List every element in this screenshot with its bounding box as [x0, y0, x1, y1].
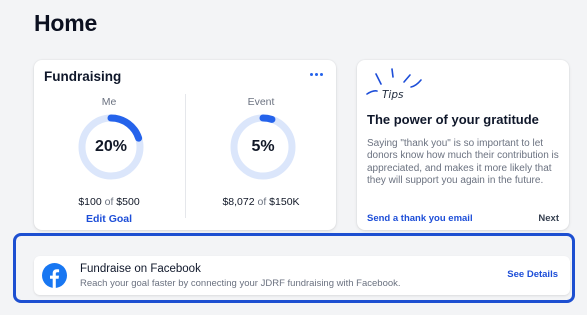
- facebook-description: Reach your goal faster by connecting you…: [80, 278, 401, 289]
- event-of: of: [257, 196, 267, 208]
- fundraising-card: Fundraising Me 20% $100 of $500 Edit Goa…: [34, 60, 336, 230]
- send-thank-you-email-link[interactable]: Send a thank you email: [367, 213, 473, 224]
- event-amount: $8,072 of $150K: [186, 196, 336, 208]
- event-goal: $150K: [269, 196, 300, 208]
- me-amount: $100 of $500: [34, 196, 184, 208]
- tips-next-button[interactable]: Next: [538, 213, 559, 224]
- me-goal: $500: [116, 196, 140, 208]
- me-label: Me: [101, 96, 117, 108]
- see-details-link[interactable]: See Details: [507, 269, 558, 280]
- event-progress-column: Event 5% $8,072 of $150K: [186, 94, 336, 230]
- tips-card: Tips The power of your gratitude Saying …: [357, 60, 569, 230]
- me-raised: $100: [78, 196, 102, 208]
- me-progress-column: Me 20% $100 of $500 Edit Goal: [34, 94, 184, 230]
- facebook-title: Fundraise on Facebook: [80, 263, 201, 275]
- facebook-card[interactable]: Fundraise on Facebook Reach your goal fa…: [34, 256, 570, 295]
- event-label: Event: [247, 96, 275, 108]
- me-of: of: [104, 196, 114, 208]
- tips-heading: The power of your gratitude: [367, 112, 539, 127]
- fundraising-title: Fundraising: [44, 69, 122, 84]
- event-percent: 5%: [251, 138, 275, 155]
- page-title: Home: [34, 10, 98, 36]
- tips-badge-text: Tips: [382, 89, 404, 101]
- more-options-icon[interactable]: [306, 66, 326, 82]
- event-raised: $8,072: [222, 196, 255, 208]
- tips-doodle-icon: Tips: [366, 68, 422, 101]
- facebook-icon: [42, 263, 67, 288]
- edit-goal-link[interactable]: Edit Goal: [34, 213, 184, 225]
- me-percent: 20%: [94, 138, 128, 155]
- tips-body: Saying "thank you" is so important to le…: [367, 138, 559, 187]
